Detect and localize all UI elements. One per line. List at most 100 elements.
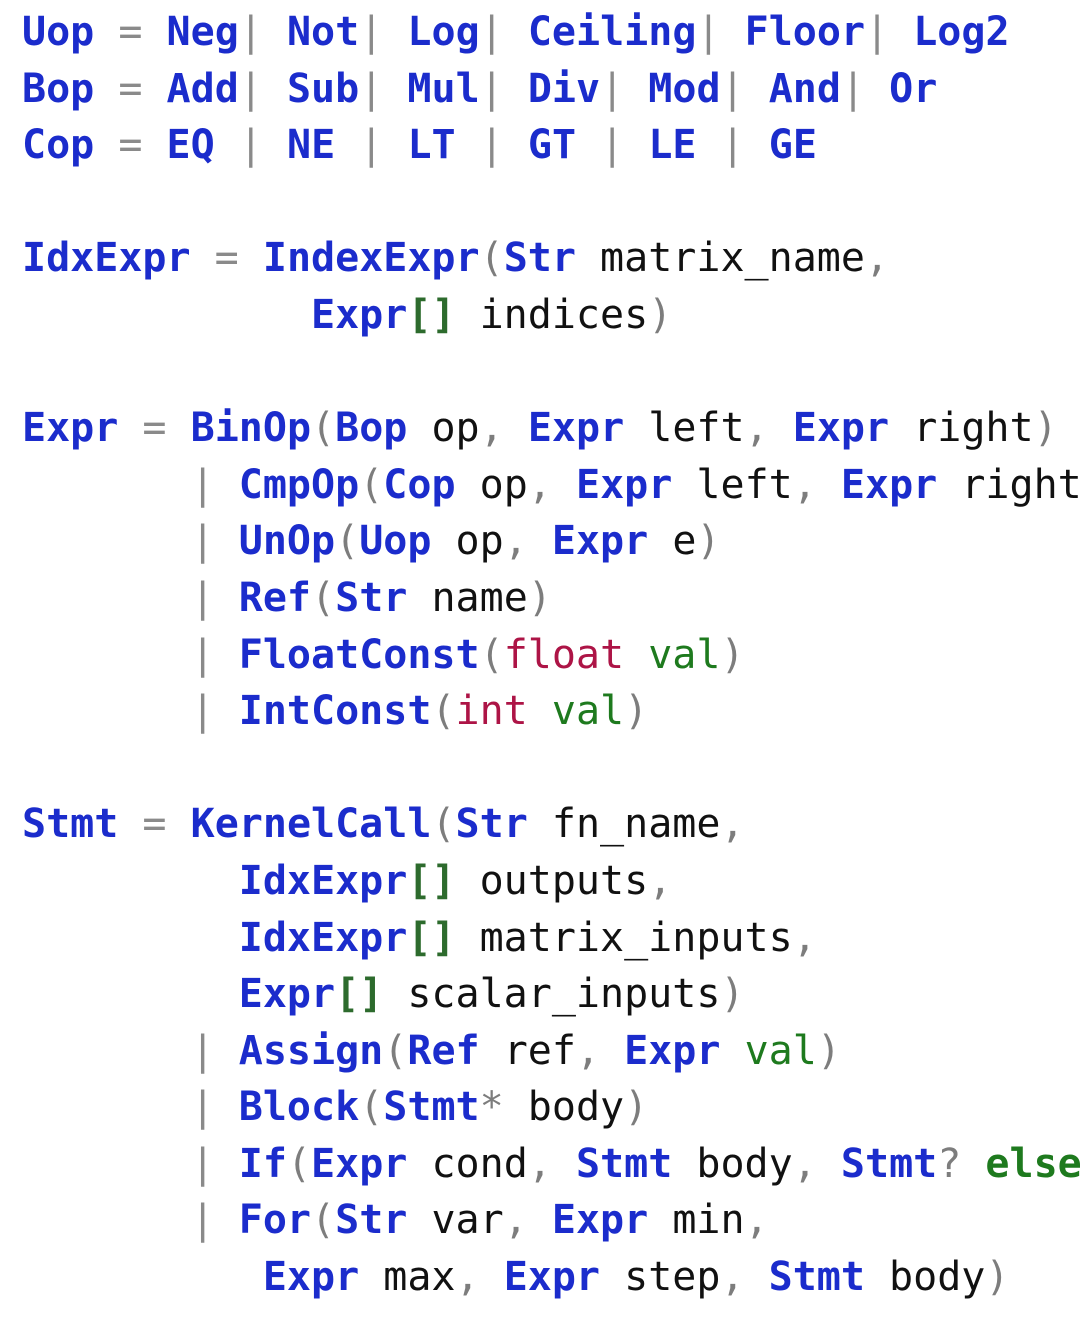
type-token: Stmt — [22, 801, 119, 848]
grammar-line-expr-rule-intconst: | IntConst(int val) — [22, 683, 1080, 740]
alternation-bar: | — [190, 1140, 215, 1187]
grammar-line-expr-rule-binop: Expr = BinOp(Bop op, Expr left, Expr rig… — [22, 400, 1080, 457]
constructor-token: If — [238, 1140, 287, 1187]
array-bracket-token: [] — [407, 914, 456, 961]
type-token: Expr — [503, 1254, 601, 1301]
equals-sign: = — [118, 122, 143, 169]
grammar-line-blank-3 — [22, 740, 1080, 797]
array-bracket-token: [] — [407, 291, 456, 338]
punctuation-token: , — [720, 801, 745, 848]
punctuation-token: ) — [720, 631, 745, 678]
field-name-token: scalar_inputs — [407, 971, 721, 1018]
type-token: Uop — [22, 9, 95, 55]
equals-sign: = — [214, 235, 239, 282]
keyword-token: else — [985, 1140, 1080, 1187]
punctuation-token: , — [792, 914, 817, 961]
alternation-bar: | — [190, 1027, 215, 1074]
constructor-token: Not — [286, 9, 360, 55]
alternation-bar: | — [190, 1084, 215, 1131]
field-name-token: max — [383, 1254, 456, 1301]
constructor-token: EQ — [166, 122, 215, 169]
constructor-token: IntConst — [238, 688, 432, 735]
alternation-bar: | — [479, 122, 504, 169]
punctuation-token: , — [455, 1254, 480, 1301]
constructor-token: And — [768, 65, 841, 112]
type-token: Expr — [575, 461, 673, 508]
grammar-line-stmt-rule-if: | If(Expr cond, Stmt body, Stmt? else) — [22, 1136, 1080, 1193]
punctuation-token: ) — [696, 518, 721, 565]
constructor-token: Ref — [238, 574, 312, 621]
equals-sign: = — [118, 65, 143, 112]
constructor-token: Div — [527, 65, 601, 112]
punctuation-token: ( — [335, 518, 360, 565]
punctuation-token: ( — [311, 574, 336, 621]
grammar-line-stmt-rule-outputs: IdxExpr[] outputs, — [22, 853, 1080, 910]
constructor-token: NE — [286, 122, 336, 169]
type-token: Stmt — [768, 1254, 865, 1301]
type-token: IdxExpr — [238, 914, 408, 961]
constructor-token: Log — [407, 9, 480, 55]
constructor-token: Ceiling — [527, 9, 697, 55]
type-token: IdxExpr — [22, 235, 191, 282]
field-name-token: indices — [479, 291, 649, 338]
equals-sign: = — [118, 9, 143, 55]
primitive-type-token: int — [455, 688, 528, 735]
constructor-token: Block — [238, 1084, 360, 1131]
field-name-token: matrix_name — [600, 235, 865, 282]
grammar-line-expr-rule-unop: | UnOp(Uop op, Expr e) — [22, 513, 1080, 570]
field-name-token: matrix_inputs — [479, 914, 793, 961]
punctuation-token: ( — [479, 631, 504, 678]
type-token: Ref — [407, 1027, 480, 1074]
type-token: Expr — [238, 971, 336, 1018]
punctuation-token: ( — [431, 688, 456, 735]
constructor-token: KernelCall — [190, 801, 432, 848]
alternation-bar: | — [190, 461, 215, 508]
constructor-token: UnOp — [238, 518, 336, 565]
constructor-token: Neg — [166, 9, 239, 55]
alternation-bar: | — [479, 9, 504, 55]
grammar-line-stmt-rule-block: | Block(Stmt* body) — [22, 1079, 1080, 1136]
field-name-token: val — [744, 1027, 817, 1074]
field-name-token: fn_name — [551, 801, 721, 848]
field-name-token: body — [696, 1140, 793, 1187]
grammar-line-blank-2 — [22, 344, 1080, 401]
constructor-token: LE — [648, 122, 697, 169]
